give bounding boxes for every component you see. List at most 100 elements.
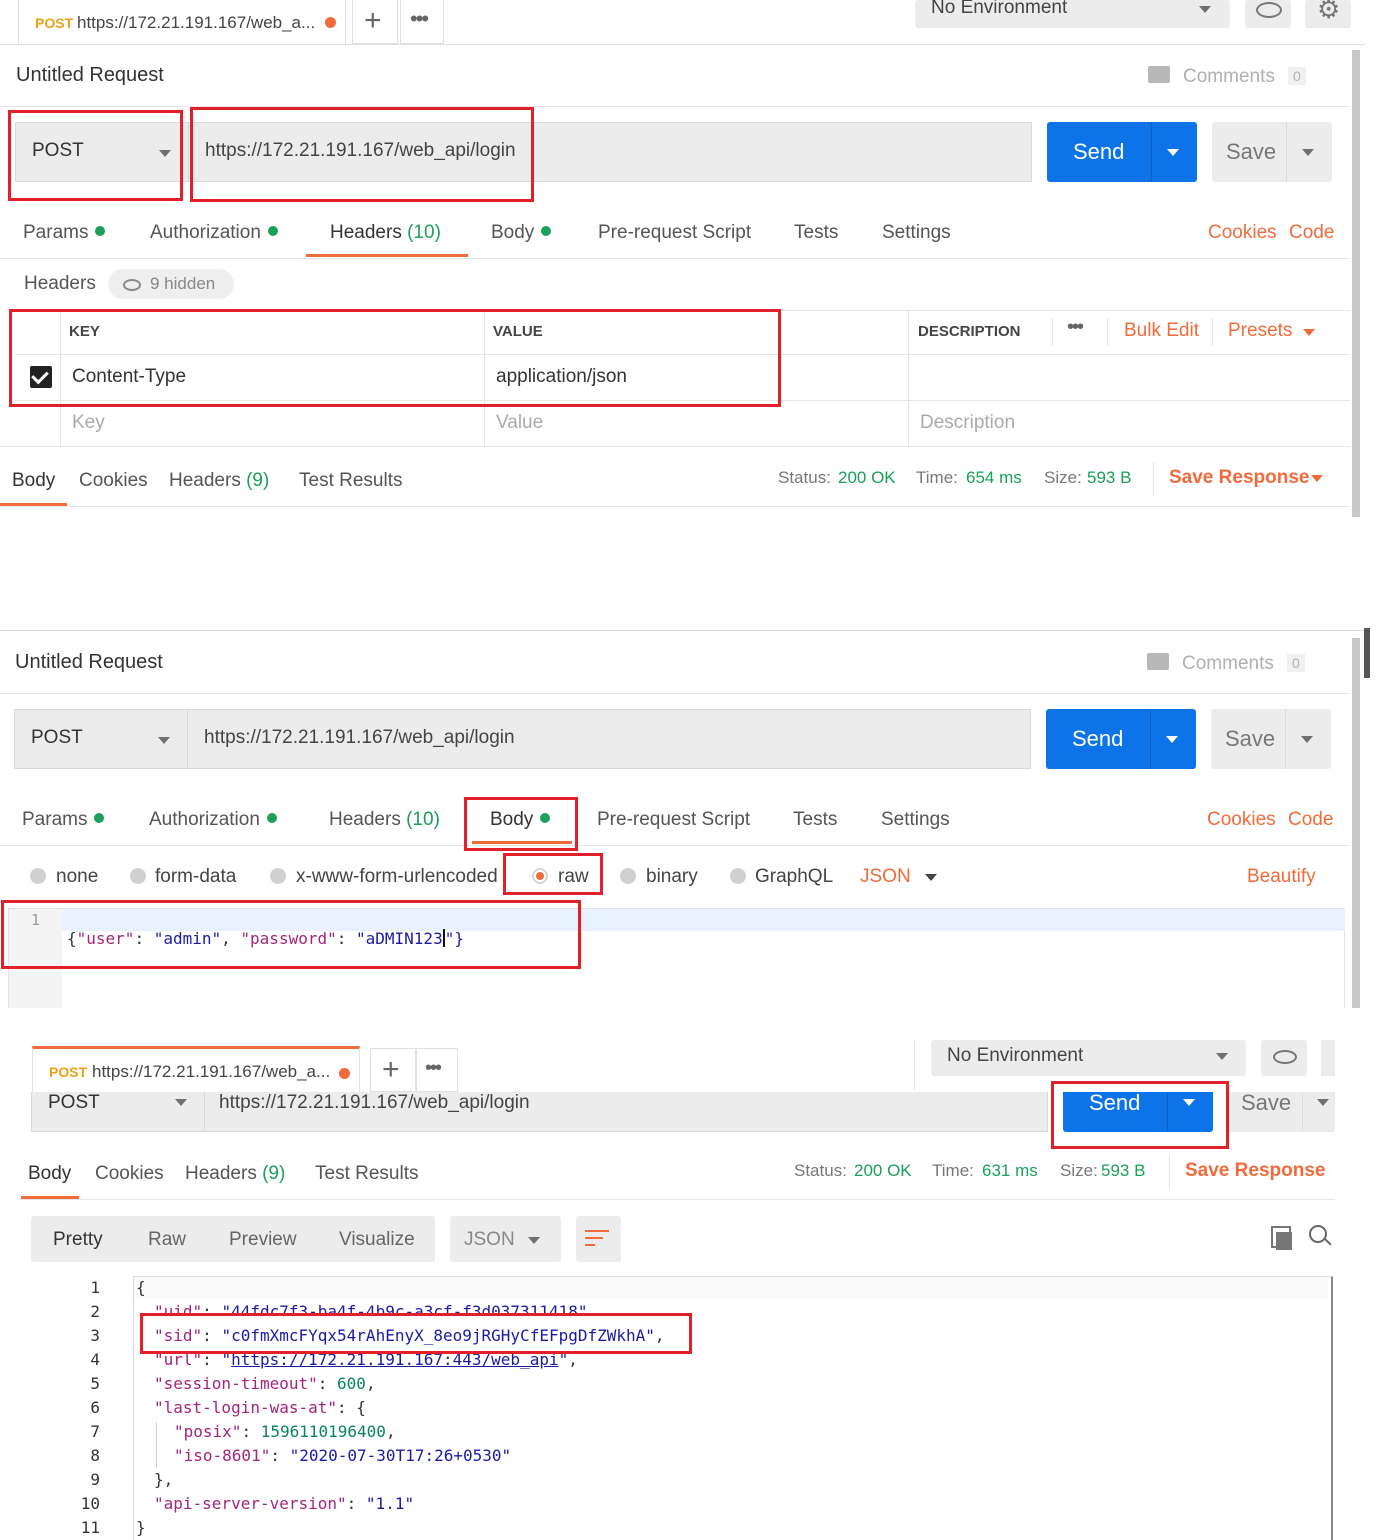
tab-settings[interactable]: Settings: [882, 222, 951, 244]
presets-dropdown-icon[interactable]: [1303, 329, 1315, 336]
response-tab-cookies[interactable]: Cookies: [79, 470, 148, 492]
radio-binary[interactable]: [620, 868, 636, 884]
scrollbar[interactable]: [1352, 638, 1360, 1008]
cookies-link[interactable]: Cookies: [1208, 222, 1277, 244]
request-name[interactable]: Untitled Request: [15, 651, 163, 674]
save-dropdown-icon[interactable]: [1317, 1099, 1329, 1106]
response-tab-cookies[interactable]: Cookies: [95, 1163, 164, 1185]
tab-authorization[interactable]: Authorization: [149, 809, 277, 831]
response-tab-body[interactable]: Body: [28, 1163, 71, 1185]
code-link[interactable]: Code: [1289, 222, 1334, 244]
save-response-dropdown-icon[interactable]: [1311, 475, 1323, 482]
bulk-edit-link[interactable]: Bulk Edit: [1124, 320, 1199, 342]
radio-none-label[interactable]: none: [56, 866, 98, 888]
tab-authorization[interactable]: Authorization: [150, 222, 278, 244]
send-button[interactable]: Send: [1047, 122, 1197, 182]
radio-form-data-label[interactable]: form-data: [155, 866, 236, 888]
more-icon[interactable]: •••: [1067, 316, 1084, 339]
save-button[interactable]: Save: [1212, 122, 1332, 182]
tab-tests[interactable]: Tests: [794, 222, 838, 244]
radio-urlencoded-label[interactable]: x-www-form-urlencoded: [296, 866, 498, 888]
radio-none[interactable]: [30, 868, 46, 884]
json-value-link[interactable]: https://172.21.191.167:443/web_api: [231, 1350, 559, 1369]
method-select[interactable]: POST: [31, 1092, 205, 1132]
method-select[interactable]: POST: [15, 122, 189, 182]
new-key-placeholder[interactable]: Key: [72, 412, 105, 434]
scrollbar[interactable]: [1352, 50, 1360, 517]
tab-params[interactable]: Params: [23, 222, 106, 244]
send-button[interactable]: Send: [1046, 709, 1196, 769]
save-dropdown-icon[interactable]: [1301, 736, 1313, 743]
environment-select[interactable]: No Environment: [931, 1040, 1246, 1076]
save-dropdown-icon[interactable]: [1302, 149, 1314, 156]
environment-quick-look-button[interactable]: [1261, 1040, 1307, 1076]
radio-graphql-label[interactable]: GraphQL: [755, 866, 833, 888]
tab-prerequest-script[interactable]: Pre-request Script: [598, 222, 751, 244]
response-tab-body[interactable]: Body: [12, 470, 55, 492]
tab-prerequest-script[interactable]: Pre-request Script: [597, 809, 750, 831]
save-button[interactable]: Save: [1228, 1090, 1335, 1132]
radio-graphql[interactable]: [730, 868, 746, 884]
comments-button[interactable]: Comments 0: [1147, 651, 1307, 679]
tab-headers[interactable]: Headers (10): [329, 809, 440, 831]
json-value: "1.1": [365, 1494, 415, 1513]
tab-options-button[interactable]: •••: [400, 0, 444, 44]
settings-button[interactable]: ⚙: [1305, 0, 1351, 28]
send-dropdown-icon[interactable]: [1166, 736, 1178, 743]
radio-urlencoded[interactable]: [270, 868, 286, 884]
header-value-cell[interactable]: application/json: [496, 366, 627, 388]
tab-params[interactable]: Params: [22, 809, 105, 831]
send-dropdown-icon[interactable]: [1183, 1099, 1195, 1106]
code-link[interactable]: Code: [1288, 809, 1333, 831]
json-line-version: "api-server-version": "1.1": [154, 1494, 415, 1513]
url-input[interactable]: https://172.21.191.167/web_api/login: [188, 709, 1031, 769]
request-name[interactable]: Untitled Request: [16, 64, 164, 87]
tab-body[interactable]: Body: [491, 222, 552, 244]
checkbox-icon[interactable]: [30, 366, 52, 388]
radio-raw-label[interactable]: raw: [558, 866, 589, 888]
save-response-button[interactable]: Save Response: [1185, 1160, 1325, 1182]
wrap-lines-button[interactable]: [576, 1216, 621, 1262]
request-tab[interactable]: POST https://172.21.191.167/web_a...: [18, 0, 346, 44]
new-tab-button[interactable]: +: [352, 0, 398, 44]
tab-options-button[interactable]: •••: [416, 1048, 458, 1092]
send-dropdown-icon[interactable]: [1167, 149, 1179, 156]
send-button[interactable]: Send: [1063, 1090, 1213, 1132]
response-tab-headers[interactable]: Headers (9): [169, 470, 269, 492]
view-mode-visualize[interactable]: Visualize: [339, 1229, 415, 1251]
response-format-select[interactable]: JSON: [450, 1216, 561, 1262]
url-input[interactable]: https://172.21.191.167/web_api/login: [205, 1092, 1048, 1132]
new-tab-button[interactable]: +: [370, 1048, 416, 1092]
view-mode-raw[interactable]: Raw: [148, 1229, 186, 1251]
response-tab-headers[interactable]: Headers (9): [185, 1163, 285, 1185]
view-mode-preview[interactable]: Preview: [229, 1229, 297, 1251]
environment-select[interactable]: No Environment: [915, 0, 1230, 28]
presets-link[interactable]: Presets: [1228, 320, 1292, 342]
body-editor[interactable]: 1 {"user": "admin", "password": "aDMIN12…: [8, 908, 1345, 1008]
tab-body[interactable]: Body: [490, 809, 551, 831]
response-tab-test-results[interactable]: Test Results: [315, 1163, 418, 1185]
radio-form-data[interactable]: [130, 868, 146, 884]
body-format-dropdown-icon[interactable]: [925, 874, 937, 881]
comments-button[interactable]: Comments 0: [1148, 64, 1308, 92]
tab-settings[interactable]: Settings: [881, 809, 950, 831]
radio-raw[interactable]: [532, 868, 548, 884]
save-button[interactable]: Save: [1211, 709, 1331, 769]
new-description-placeholder[interactable]: Description: [920, 412, 1015, 434]
beautify-link[interactable]: Beautify: [1247, 866, 1316, 888]
body-format-select[interactable]: JSON: [860, 866, 911, 888]
new-value-placeholder[interactable]: Value: [496, 412, 543, 434]
cookies-link[interactable]: Cookies: [1207, 809, 1276, 831]
tab-tests[interactable]: Tests: [793, 809, 837, 831]
hidden-headers-toggle[interactable]: 9 hidden: [108, 269, 234, 299]
environment-quick-look-button[interactable]: [1245, 0, 1291, 28]
url-input[interactable]: https://172.21.191.167/web_api/login: [189, 122, 1032, 182]
request-tab[interactable]: POST https://172.21.191.167/web_a...: [32, 1046, 360, 1094]
method-select[interactable]: POST: [14, 709, 188, 769]
save-response-button[interactable]: Save Response: [1169, 467, 1309, 489]
response-tab-test-results[interactable]: Test Results: [299, 470, 402, 492]
radio-binary-label[interactable]: binary: [646, 866, 698, 888]
header-key-cell[interactable]: Content-Type: [72, 366, 186, 388]
view-mode-pretty[interactable]: Pretty: [53, 1229, 103, 1251]
tab-headers[interactable]: Headers (10): [330, 222, 441, 244]
